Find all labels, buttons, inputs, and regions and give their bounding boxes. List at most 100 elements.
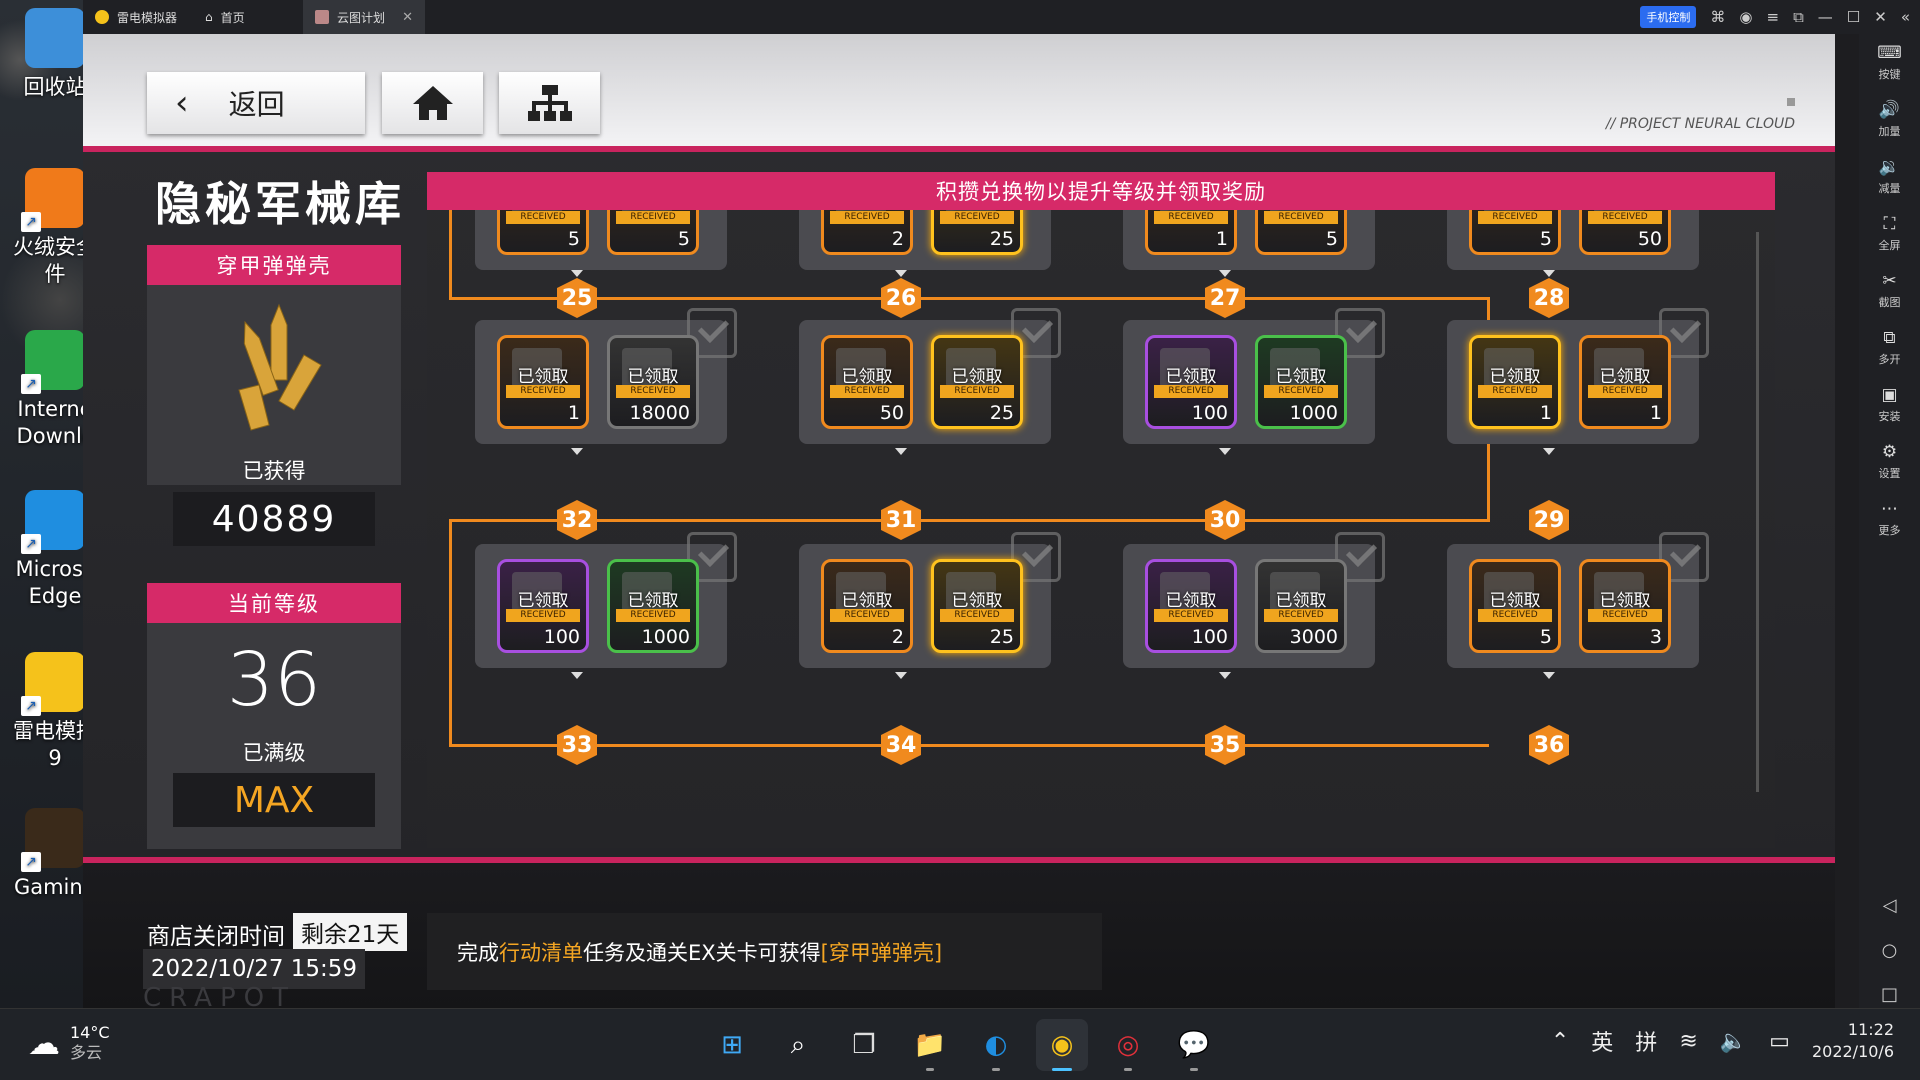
back-button[interactable]: ‹ 返回 [147,72,365,134]
reward-item[interactable]: 已领取RECEIVED5 [1469,210,1561,255]
clock[interactable]: 11:22 2022/10/6 [1812,1019,1894,1063]
reward-card[interactable]: 已领取 RECEIVED 1 已领取 RECEIVED 18000 [475,308,737,444]
edge-taskbar-icon: ◐ [984,1030,1008,1060]
start-button[interactable]: ⊞ [706,1019,758,1071]
sidebar-button-multi-instance[interactable]: ⧉ 多开 [1859,319,1920,376]
reward-item[interactable]: 已领取 RECEIVED 100 [497,559,589,653]
clock-date: 2022/10/6 [1811,1042,1894,1061]
sidebar-button-scissors[interactable]: ✂ 截图 [1859,262,1920,319]
emulator-titlebar: 雷电模拟器 ⌂ 首页 云图计划 ✕ 手机控制 ⌘ ◉ ≡ ⧉ — ☐ ✕ « [83,0,1920,34]
received-stamp: RECEIVED [1264,609,1338,622]
maximize-icon[interactable]: ☐ [1847,8,1860,26]
reward-item[interactable]: 已领取 RECEIVED 1000 [607,559,699,653]
reward-card[interactable]: 已领取 RECEIVED 1 已领取 RECEIVED 1 [1447,308,1709,444]
item-quantity: 2 [891,626,904,648]
reward-item[interactable]: 已领取RECEIVED50 [1579,210,1671,255]
wifi-icon[interactable]: ≋ [1679,1029,1697,1054]
reward-item[interactable]: 已领取RECEIVED25 [931,335,1023,429]
currency-panel: 已获得 [147,285,401,485]
reward-item[interactable]: 已领取RECEIVED50 [821,335,913,429]
reward-item[interactable]: 已领取 RECEIVED 3000 [1255,559,1347,653]
weather-widget[interactable]: ☁ 14°C 多云 [28,1023,110,1063]
ime-lang[interactable]: 英 [1591,1025,1613,1057]
reward-item[interactable]: 已领取RECEIVED5 [1255,210,1347,255]
home-nav-icon[interactable]: ○ [1859,940,1920,961]
reward-item[interactable]: 已领取RECEIVED5 [1469,559,1561,653]
reward-item[interactable]: 已领取RECEIVED25 [931,210,1023,255]
tab-ldplayer[interactable]: 雷电模拟器 [83,0,193,34]
reward-item[interactable]: 已领取 RECEIVED 100 [1145,559,1237,653]
reward-card[interactable]: 已领取 RECEIVED 100 已领取 RECEIVED 3000 [1123,532,1385,668]
reward-item[interactable]: 已领取RECEIVED1 [1579,335,1671,429]
sidebar-button-apk-install[interactable]: ▣ 安装 [1859,376,1920,433]
ime-mode[interactable]: 拼 [1635,1025,1657,1057]
account-icon[interactable]: ◉ [1739,8,1752,26]
reward-item[interactable]: 已领取RECEIVED2 [821,559,913,653]
sidebar-button-keyboard[interactable]: ⌨ 按键 [1859,34,1920,91]
reward-item[interactable]: 已领取 RECEIVED 100 [1145,335,1237,429]
received-stamp: RECEIVED [940,609,1014,622]
tab-home[interactable]: ⌂ 首页 [193,0,303,34]
back-nav-icon[interactable]: ◁ [1859,895,1920,916]
sidebar-button-fullscreen[interactable]: ⛶ 全屏 [1859,205,1920,262]
sidebar-button-more[interactable]: ⋯ 更多 [1859,490,1920,547]
reward-card[interactable]: 已领取 RECEIVED 100 已领取 RECEIVED 1000 [1123,308,1385,444]
reward-card[interactable]: 已领取RECEIVED1 已领取RECEIVED5 [1123,210,1375,270]
netease-music-icon[interactable]: ◎ [1102,1019,1154,1071]
reward-item[interactable]: 已领取RECEIVED25 [931,559,1023,653]
close-tab-icon[interactable]: ✕ [402,10,413,25]
reward-card[interactable]: 已领取 RECEIVED 100 已领取 RECEIVED 1000 [475,532,737,668]
reward-item[interactable]: 已领取RECEIVED2 [821,210,913,255]
down-arrow-icon [1219,448,1231,455]
close-window-icon[interactable]: ✕ [1874,8,1887,26]
edge-taskbar-icon[interactable]: ◐ [970,1019,1022,1071]
home-button[interactable] [382,72,483,134]
reward-item[interactable]: 已领取RECEIVED5 [497,210,589,255]
menu-icon[interactable]: ≡ [1766,8,1779,26]
fullscreen-icon: ⛶ [1883,214,1896,234]
reward-item[interactable]: 已领取RECEIVED5 [607,210,699,255]
ldplayer-taskbar-icon[interactable]: ◉ [1036,1019,1088,1071]
reward-item[interactable]: 已领取 RECEIVED 18000 [607,335,699,429]
reward-track-scroll[interactable]: 已领取RECEIVED5已领取RECEIVED5已领取RECEIVED2已领取R… [427,210,1775,848]
phone-control-button[interactable]: 手机控制 [1640,6,1697,28]
shortcut-arrow-icon: ↗ [21,374,41,394]
reward-card[interactable]: 已领取RECEIVED2 已领取RECEIVED25 [799,210,1051,270]
received-stamp: RECEIVED [1478,211,1552,224]
tab-neural-cloud[interactable]: 云图计划 ✕ [303,0,425,34]
task-view-icon[interactable]: ❐ [838,1019,890,1071]
level-node: 29 [1529,500,1569,540]
reward-card[interactable]: 已领取RECEIVED5 已领取RECEIVED50 [1447,210,1699,270]
search-icon[interactable]: ⌕ [772,1019,824,1071]
sidebar-button-volume-down[interactable]: 🔉 减量 [1859,148,1920,205]
gamepad-icon[interactable]: ⌘ [1710,8,1725,26]
scrollbar[interactable] [1756,232,1759,792]
reward-card[interactable]: 已领取RECEIVED2已领取RECEIVED25 [799,532,1061,668]
file-explorer-icon[interactable]: 📁 [904,1019,956,1071]
reward-card[interactable]: 已领取 RECEIVED 5 已领取 RECEIVED 3 [1447,532,1709,668]
level-node: 34 [881,725,921,765]
wechat-icon[interactable]: 💬 [1168,1019,1220,1071]
received-stamp: RECEIVED [1478,385,1552,398]
decor-dot [1787,98,1795,106]
reward-item[interactable]: 已领取RECEIVED1 [1469,335,1561,429]
restore-icon[interactable]: ⧉ [1793,8,1804,26]
collapse-sidebar-icon[interactable]: « [1901,8,1910,26]
reward-item[interactable]: 已领取 RECEIVED 1000 [1255,335,1347,429]
speaker-icon[interactable]: 🔈 [1720,1029,1747,1054]
chevron-up-icon[interactable]: ⌃ [1551,1029,1569,1054]
reward-card[interactable]: 已领取 RECEIVED 50 已领取 RECEIVED 25 [799,308,1061,444]
reward-item[interactable]: 已领取RECEIVED1 [497,335,589,429]
item-quantity: 1000 [1289,402,1338,424]
received-label: 已领取 [517,591,569,611]
reward-card[interactable]: 已领取RECEIVED5 已领取RECEIVED5 [475,210,727,270]
reward-item[interactable]: 已领取RECEIVED1 [1145,210,1237,255]
minimize-icon[interactable]: — [1818,8,1833,26]
sidebar-button-volume-up[interactable]: 🔊 加量 [1859,91,1920,148]
hierarchy-button[interactable] [499,72,600,134]
obtained-value: 40889 [211,498,337,540]
battery-icon[interactable]: ▭ [1769,1029,1790,1054]
sidebar-button-settings[interactable]: ⚙ 设置 [1859,433,1920,490]
reward-item[interactable]: 已领取 RECEIVED 3 [1579,559,1671,653]
recent-nav-icon[interactable]: □ [1859,984,1920,1005]
